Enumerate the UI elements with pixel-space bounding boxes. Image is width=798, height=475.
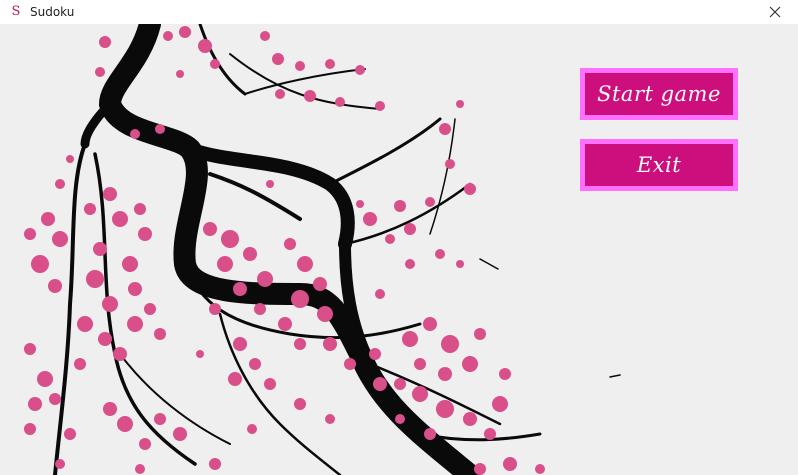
- title-bar: S Sudoku: [0, 0, 798, 24]
- close-button[interactable]: [752, 0, 798, 24]
- sudoku-app-icon: S: [11, 4, 21, 19]
- close-icon: [769, 6, 781, 18]
- window-title: Sudoku: [30, 5, 75, 19]
- exit-button[interactable]: Exit: [580, 139, 738, 191]
- start-game-button[interactable]: Start game: [580, 68, 738, 120]
- main-canvas: Start game Exit: [0, 24, 798, 475]
